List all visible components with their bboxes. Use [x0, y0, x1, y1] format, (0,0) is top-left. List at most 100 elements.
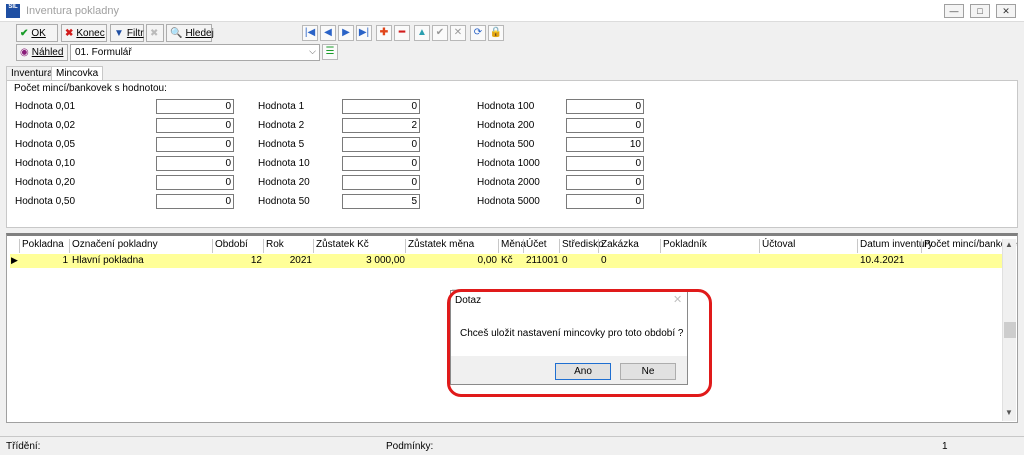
table-cell: 12 — [250, 255, 262, 266]
clear-filter-icon: ✖ — [150, 27, 159, 39]
highlight-annotation — [447, 289, 712, 397]
row-pointer-icon: ▶ — [11, 255, 18, 265]
trideni-label: Třídění: — [6, 441, 41, 452]
coin-count-input[interactable]: 0 — [156, 156, 234, 171]
status-bar — [0, 436, 1024, 455]
column-header[interactable]: Období — [215, 239, 248, 253]
coin-count-input[interactable]: 0 — [566, 175, 644, 190]
column-divider — [313, 239, 314, 253]
column-header[interactable]: Zůstatek měna — [408, 239, 474, 253]
scroll-down-icon[interactable]: ▼ — [1005, 408, 1013, 417]
coin-count-input[interactable]: 0 — [566, 118, 644, 133]
add-record-icon[interactable]: ✚ — [376, 25, 392, 41]
table-cell: Hlavní pokladna — [72, 255, 144, 266]
table-cell: Kč — [501, 255, 513, 266]
minimize-button[interactable]: — — [944, 4, 964, 18]
coin-label: Hodnota 5 — [258, 139, 305, 150]
first-record-icon[interactable]: |◀ — [302, 25, 318, 41]
filter-icon: ▼ — [114, 27, 124, 39]
coins-group-label: Počet mincí/bankovek s hodnotou: — [14, 83, 167, 94]
coin-label: Hodnota 100 — [477, 101, 535, 112]
column-header[interactable]: Zakázka — [601, 239, 639, 253]
record-count: 1 — [942, 441, 948, 452]
delete-record-icon[interactable]: ━ — [394, 25, 410, 41]
column-divider — [559, 239, 560, 253]
column-divider — [759, 239, 760, 253]
konec-button[interactable]: ✖ Konec — [61, 24, 107, 42]
filtr-button[interactable]: ▼ Filtr — [110, 24, 144, 42]
next-record-icon[interactable]: ▶ — [338, 25, 354, 41]
coin-count-input[interactable]: 0 — [342, 137, 420, 152]
tab-inventura[interactable]: Inventura — [6, 66, 58, 80]
coin-count-input[interactable]: 10 — [566, 137, 644, 152]
coin-count-input[interactable]: 5 — [342, 194, 420, 209]
coin-label: Hodnota 0,20 — [15, 177, 76, 188]
column-header[interactable]: Pokladník — [663, 239, 707, 253]
column-divider — [263, 239, 264, 253]
column-divider — [857, 239, 858, 253]
coin-count-input[interactable]: 0 — [156, 194, 234, 209]
cancel-icon[interactable]: ✕ — [450, 25, 466, 41]
column-header[interactable]: Účet — [526, 239, 547, 253]
coin-label: Hodnota 1000 — [477, 158, 540, 169]
coin-label: Hodnota 5000 — [477, 196, 540, 207]
form-select[interactable]: 01. Formulář ⌵ — [70, 44, 320, 61]
chevron-down-icon: ⌵ — [309, 46, 316, 56]
coin-count-input[interactable]: 0 — [156, 137, 234, 152]
window-title: Inventura pokladny — [26, 5, 119, 17]
column-divider — [660, 239, 661, 253]
lock-icon[interactable]: 🔒 — [488, 25, 504, 41]
scroll-up-icon[interactable]: ▲ — [1005, 240, 1013, 249]
column-header[interactable]: Účtoval — [762, 239, 795, 253]
maximize-button[interactable]: □ — [970, 4, 990, 18]
table-cell: 0 — [562, 255, 568, 266]
tab-mincovka[interactable]: Mincovka — [51, 66, 104, 80]
column-header[interactable]: Označení pokladny — [72, 239, 158, 253]
coin-label: Hodnota 10 — [258, 158, 310, 169]
column-header[interactable]: Pokladna — [22, 239, 64, 253]
table-cell: 10.4.2021 — [860, 255, 905, 266]
column-header[interactable]: Rok — [266, 239, 284, 253]
column-divider — [498, 239, 499, 253]
hledej-button[interactable]: 🔍 Hledej — [166, 24, 214, 42]
column-divider — [598, 239, 599, 253]
coin-label: Hodnota 0,02 — [15, 120, 76, 131]
coin-count-input[interactable]: 0 — [342, 156, 420, 171]
coin-count-input[interactable]: 0 — [566, 99, 644, 114]
title-bar — [0, 0, 1024, 22]
search-icon: 🔍 — [170, 27, 183, 39]
column-divider — [212, 239, 213, 253]
prev-record-icon[interactable]: ◀ — [320, 25, 336, 41]
coin-count-input[interactable]: 0 — [156, 118, 234, 133]
confirm-icon[interactable]: ✔ — [432, 25, 448, 41]
table-cell: 2021 — [289, 255, 312, 266]
coin-count-input[interactable]: 0 — [342, 175, 420, 190]
column-header[interactable]: Zůstatek Kč — [316, 239, 369, 253]
coin-count-input[interactable]: 2 — [342, 118, 420, 133]
close-button[interactable]: ✕ — [996, 4, 1016, 18]
list-icon[interactable]: ☰ — [322, 44, 338, 60]
coin-count-input[interactable]: 0 — [156, 175, 234, 190]
edit-up-icon[interactable]: ▲ — [414, 25, 430, 41]
table-cell: 211001 — [526, 255, 559, 266]
last-record-icon[interactable]: ▶| — [356, 25, 372, 41]
check-icon: ✔ — [20, 27, 29, 39]
column-divider — [405, 239, 406, 253]
coin-count-input[interactable]: 0 — [156, 99, 234, 114]
coin-label: Hodnota 50 — [258, 196, 310, 207]
coin-label: Hodnota 20 — [258, 177, 310, 188]
coin-label: Hodnota 0,05 — [15, 139, 76, 150]
refresh-icon[interactable]: ⟳ — [470, 25, 486, 41]
table-cell: 0,00 — [477, 255, 497, 266]
column-divider — [921, 239, 922, 253]
scroll-thumb[interactable] — [1004, 322, 1016, 338]
coin-count-input[interactable]: 0 — [342, 99, 420, 114]
coin-count-input[interactable]: 0 — [566, 194, 644, 209]
coin-label: Hodnota 500 — [477, 139, 535, 150]
coin-count-input[interactable]: 0 — [566, 156, 644, 171]
ok-button[interactable]: ✔ OK — [16, 24, 58, 42]
nahled-button[interactable]: ◉ Náhled — [16, 44, 68, 61]
table-cell: 1 — [62, 255, 68, 266]
coin-label: Hodnota 0,01 — [15, 101, 76, 112]
clear-filter-button[interactable]: ✖ — [146, 24, 164, 42]
